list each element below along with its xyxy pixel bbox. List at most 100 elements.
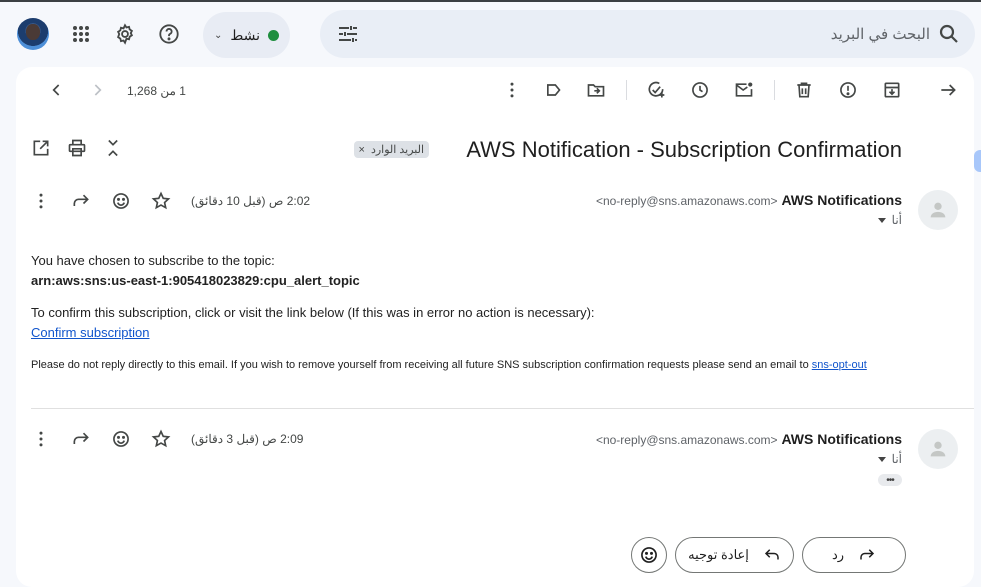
chevron-left-icon bbox=[52, 84, 60, 96]
to-me-label: أنا bbox=[891, 213, 902, 227]
star-icon bbox=[151, 191, 171, 210]
open-in-new-icon bbox=[33, 140, 49, 156]
opt-out-link[interactable]: sns-opt-out bbox=[812, 359, 867, 371]
forward-icon bbox=[764, 549, 779, 560]
filter-sliders-icon bbox=[339, 26, 357, 42]
search-icon bbox=[939, 24, 958, 43]
add-task-icon bbox=[648, 81, 665, 98]
caret-down-icon bbox=[877, 217, 886, 223]
collapse-icon bbox=[108, 139, 118, 157]
newer-button[interactable] bbox=[81, 74, 113, 106]
more-vertical-icon bbox=[39, 193, 43, 209]
reply-button-small[interactable] bbox=[65, 423, 97, 455]
message-more-button[interactable] bbox=[25, 423, 57, 455]
email-subject: AWS Notification - Subscription Confirma… bbox=[466, 137, 902, 162]
search-button[interactable] bbox=[937, 22, 961, 51]
inbox-label-chip: البريد الوارد × bbox=[353, 141, 429, 158]
message-time: 2:02 ص (قبل 10 دقائق) bbox=[191, 194, 311, 208]
delete-button[interactable] bbox=[788, 74, 820, 106]
collapse-all-button[interactable] bbox=[97, 132, 129, 164]
sender-email[interactable]: <no-reply@sns.amazonaws.com> bbox=[596, 194, 778, 208]
toolbar-divider bbox=[774, 80, 775, 100]
settings-button[interactable] bbox=[105, 14, 145, 54]
sender-email[interactable]: <no-reply@sns.amazonaws.com> bbox=[596, 433, 778, 447]
report-spam-button[interactable] bbox=[832, 74, 864, 106]
emoji-icon bbox=[113, 431, 129, 447]
caret-down-icon bbox=[877, 456, 886, 462]
emoji-icon bbox=[113, 193, 129, 209]
forward-label: إعادة توجيه bbox=[688, 547, 749, 562]
forward-button[interactable]: إعادة توجيه bbox=[675, 537, 794, 573]
recipient-details[interactable]: أنا bbox=[877, 452, 902, 466]
footer-text: Please do not reply directly to this ema… bbox=[31, 359, 812, 371]
emoji-icon bbox=[641, 547, 657, 563]
print-icon bbox=[68, 139, 86, 157]
apps-grid-button[interactable] bbox=[61, 14, 101, 54]
help-icon bbox=[159, 24, 179, 44]
open-new-window-button[interactable] bbox=[25, 132, 57, 164]
topic-arn: arn:aws:sns:us-east-1:905418023829:cpu_a… bbox=[31, 273, 360, 288]
more-vertical-icon bbox=[510, 82, 514, 98]
mark-unread-button[interactable] bbox=[728, 74, 760, 106]
message-time: 2:09 ص (قبل 3 دقائق) bbox=[191, 432, 304, 446]
message-more-button[interactable] bbox=[25, 185, 57, 217]
sender-line: <no-reply@sns.amazonaws.com> AWS Notific… bbox=[596, 192, 902, 208]
remove-label-button[interactable]: × bbox=[359, 144, 365, 156]
star-button[interactable] bbox=[145, 185, 177, 217]
search-options-button[interactable] bbox=[336, 22, 360, 51]
archive-button[interactable] bbox=[876, 74, 908, 106]
emoji-reaction-button[interactable] bbox=[631, 537, 667, 573]
label-button[interactable] bbox=[536, 74, 568, 106]
reply-label: رد bbox=[831, 547, 845, 562]
arrow-right-icon bbox=[941, 84, 956, 96]
add-reaction-button[interactable] bbox=[105, 185, 137, 217]
chevron-right-icon bbox=[94, 84, 102, 96]
mail-unread-icon bbox=[735, 82, 753, 97]
help-button[interactable] bbox=[149, 14, 189, 54]
forward-arrow-icon bbox=[73, 432, 89, 444]
more-options-button[interactable] bbox=[496, 74, 528, 106]
to-me-label: أنا bbox=[891, 452, 902, 466]
reply-button[interactable]: رد bbox=[802, 537, 906, 573]
active-status-dot bbox=[268, 29, 280, 41]
message-divider bbox=[31, 408, 974, 409]
report-icon bbox=[840, 82, 856, 98]
person-icon bbox=[930, 441, 946, 457]
sender-line: <no-reply@sns.amazonaws.com> AWS Notific… bbox=[596, 431, 902, 447]
recipient-details[interactable]: أنا bbox=[877, 213, 902, 227]
search-input[interactable]: البحث في البريد bbox=[831, 25, 930, 43]
show-trimmed-content-button[interactable]: ••• bbox=[878, 474, 902, 486]
reply-icon bbox=[860, 549, 875, 560]
app-header: نشط ⌄ البحث في البريد bbox=[0, 2, 981, 64]
body-line-2: To confirm this subscription, click or v… bbox=[31, 305, 595, 320]
star-button[interactable] bbox=[145, 423, 177, 455]
sender-avatar[interactable] bbox=[918, 429, 958, 469]
print-button[interactable] bbox=[61, 132, 93, 164]
pager-count: 1 من 1,268 bbox=[127, 84, 186, 98]
confirm-subscription-link[interactable]: Confirm subscription bbox=[31, 325, 150, 340]
snooze-button[interactable] bbox=[684, 74, 716, 106]
add-task-button[interactable] bbox=[640, 74, 672, 106]
move-folder-icon bbox=[587, 84, 605, 97]
older-button[interactable] bbox=[41, 74, 73, 106]
reply-button-small[interactable] bbox=[65, 185, 97, 217]
add-reaction-button[interactable] bbox=[105, 423, 137, 455]
side-panel-toggle[interactable] bbox=[974, 150, 981, 172]
search-bar[interactable]: البحث في البريد bbox=[320, 10, 975, 58]
account-avatar[interactable] bbox=[17, 18, 49, 50]
status-selector[interactable]: نشط ⌄ bbox=[203, 12, 290, 58]
trash-icon bbox=[797, 82, 811, 98]
move-to-button[interactable] bbox=[580, 74, 612, 106]
toolbar-divider bbox=[626, 80, 627, 100]
sender-avatar[interactable] bbox=[918, 190, 958, 230]
back-button[interactable] bbox=[932, 74, 964, 106]
chevron-down-icon: ⌄ bbox=[213, 29, 223, 41]
sender-name[interactable]: AWS Notifications bbox=[781, 431, 902, 447]
star-icon bbox=[151, 429, 171, 448]
person-icon bbox=[930, 202, 946, 218]
sender-name[interactable]: AWS Notifications bbox=[781, 192, 902, 208]
body-line-1: You have chosen to subscribe to the topi… bbox=[31, 253, 275, 268]
clock-icon bbox=[692, 82, 708, 98]
label-chip-text: البريد الوارد bbox=[370, 144, 424, 156]
forward-arrow-icon bbox=[73, 194, 89, 206]
